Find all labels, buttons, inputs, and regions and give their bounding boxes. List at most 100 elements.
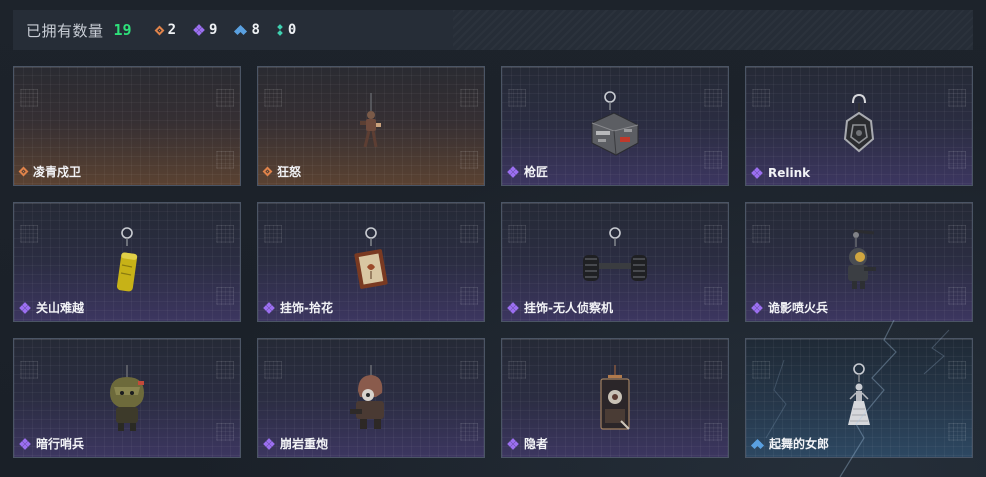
card-grid-decoration	[948, 423, 966, 441]
card-grid-decoration	[216, 151, 234, 169]
rarity-count-green: 0	[277, 22, 297, 38]
charm-card[interactable]: 暗行哨兵	[13, 338, 241, 458]
blue-chevron-icon	[750, 438, 765, 449]
charm-name: 凌青戍卫	[18, 163, 82, 180]
purple-quad-icon	[263, 437, 275, 450]
charm-name: Relink	[751, 166, 811, 180]
purple-quad-icon	[507, 301, 519, 314]
charm-name: 暗行哨兵	[19, 435, 85, 452]
charm-name-label: 狂怒	[277, 165, 302, 179]
owned-summary-bar: 已拥有数量 19 2 9 8 0	[13, 10, 973, 50]
charm-card[interactable]: 起舞的女郎	[745, 338, 973, 458]
orange-diamond-icon	[18, 166, 29, 177]
charm-name-label: 诡影喷火兵	[768, 301, 829, 315]
charm-drone-icon	[575, 227, 655, 301]
purple-quad-icon	[507, 165, 519, 178]
charm-name: 崩岩重炮	[263, 435, 329, 452]
charm-heavy-gunner-icon	[346, 363, 396, 442]
card-grid-decoration	[20, 361, 38, 379]
charm-name: 挂饰-无人侦察机	[507, 299, 613, 316]
card-grid-decoration	[948, 361, 966, 379]
charm-card[interactable]: 诡影喷火兵	[745, 202, 973, 322]
owned-count-label: 已拥有数量	[26, 21, 104, 40]
charm-name-label: 隐者	[524, 437, 549, 451]
rarity-count-value: 2	[167, 22, 177, 38]
card-grid-decoration	[752, 225, 770, 243]
charm-gunsmith-icon	[580, 91, 650, 165]
charm-card[interactable]: 狂怒	[257, 66, 485, 186]
card-grid-decoration	[264, 361, 282, 379]
card-grid-decoration	[460, 287, 478, 305]
card-grid-decoration	[264, 89, 282, 107]
purple-quad-icon	[19, 301, 31, 314]
charm-name: 起舞的女郎	[750, 435, 830, 452]
charm-card[interactable]: 挂饰-拾花	[257, 202, 485, 322]
purple-quad-icon	[751, 301, 763, 314]
charm-name-label: Relink	[768, 166, 811, 180]
charm-relink-icon	[839, 91, 879, 165]
charm-name: 枪匠	[507, 163, 549, 180]
card-grid-decoration	[704, 89, 722, 107]
charm-flower-card-icon	[351, 227, 391, 301]
charm-card[interactable]: 挂饰-无人侦察机	[501, 202, 729, 322]
purple-quad-icon	[263, 301, 275, 314]
charm-dancer-icon	[844, 363, 874, 442]
card-grid-decoration	[216, 89, 234, 107]
charm-card[interactable]: 凌青戍卫	[13, 66, 241, 186]
rarity-count-purple: 9	[193, 22, 217, 38]
card-grid-decoration	[216, 361, 234, 379]
card-grid-decoration	[704, 287, 722, 305]
orange-diamond-icon	[262, 166, 273, 177]
card-grid-decoration	[948, 89, 966, 107]
card-grid-decoration	[704, 361, 722, 379]
card-grid-decoration	[948, 225, 966, 243]
charm-grid: 凌青戍卫 狂怒 枪匠 Relink 关山难越 挂饰-拾花 挂饰-无人侦察机 诡影…	[13, 66, 973, 458]
owned-count-total: 19	[113, 21, 132, 39]
rarity-count-blue: 8	[234, 22, 260, 38]
card-grid-decoration	[704, 225, 722, 243]
rarity-count-value: 0	[287, 22, 297, 38]
card-grid-decoration	[752, 89, 770, 107]
card-grid-decoration	[948, 151, 966, 169]
charm-card[interactable]: 枪匠	[501, 66, 729, 186]
card-grid-decoration	[752, 361, 770, 379]
card-grid-decoration	[460, 423, 478, 441]
charm-figure-icon	[356, 91, 386, 165]
green-dots-icon	[277, 23, 283, 36]
charm-name-label: 起舞的女郎	[769, 437, 830, 451]
card-grid-decoration	[216, 423, 234, 441]
rarity-count-value: 8	[251, 22, 260, 38]
card-grid-decoration	[20, 225, 38, 243]
card-grid-decoration	[20, 89, 38, 107]
charm-name-label: 关山难越	[36, 301, 85, 315]
card-grid-decoration	[508, 89, 526, 107]
card-grid-decoration	[508, 361, 526, 379]
charm-card[interactable]: 崩岩重炮	[257, 338, 485, 458]
card-grid-decoration	[948, 287, 966, 305]
blue-chevron-icon	[234, 24, 248, 36]
charm-card[interactable]: 关山难越	[13, 202, 241, 322]
card-grid-decoration	[508, 225, 526, 243]
card-grid-decoration	[704, 151, 722, 169]
card-grid-decoration	[460, 361, 478, 379]
orange-diamond-icon	[154, 25, 165, 35]
charm-card[interactable]: 隐者	[501, 338, 729, 458]
charm-name-label: 凌青戍卫	[33, 165, 82, 179]
charm-card[interactable]: Relink	[745, 66, 973, 186]
charm-name-label: 枪匠	[524, 165, 549, 179]
card-grid-decoration	[460, 89, 478, 107]
card-grid-decoration	[216, 287, 234, 305]
charm-name-label: 崩岩重炮	[280, 437, 329, 451]
charm-name: 挂饰-拾花	[263, 299, 333, 316]
charm-name: 诡影喷火兵	[751, 299, 829, 316]
charm-name-label: 暗行哨兵	[36, 437, 85, 451]
card-grid-decoration	[460, 225, 478, 243]
purple-quad-icon	[751, 167, 763, 179]
card-grid-decoration	[460, 151, 478, 169]
charm-name: 狂怒	[262, 163, 302, 180]
charm-sentinel-icon	[102, 363, 152, 442]
charm-name: 关山难越	[19, 299, 85, 316]
charm-name-label: 挂饰-拾花	[280, 301, 333, 315]
charm-name: 隐者	[507, 435, 549, 452]
purple-quad-icon	[193, 24, 205, 36]
